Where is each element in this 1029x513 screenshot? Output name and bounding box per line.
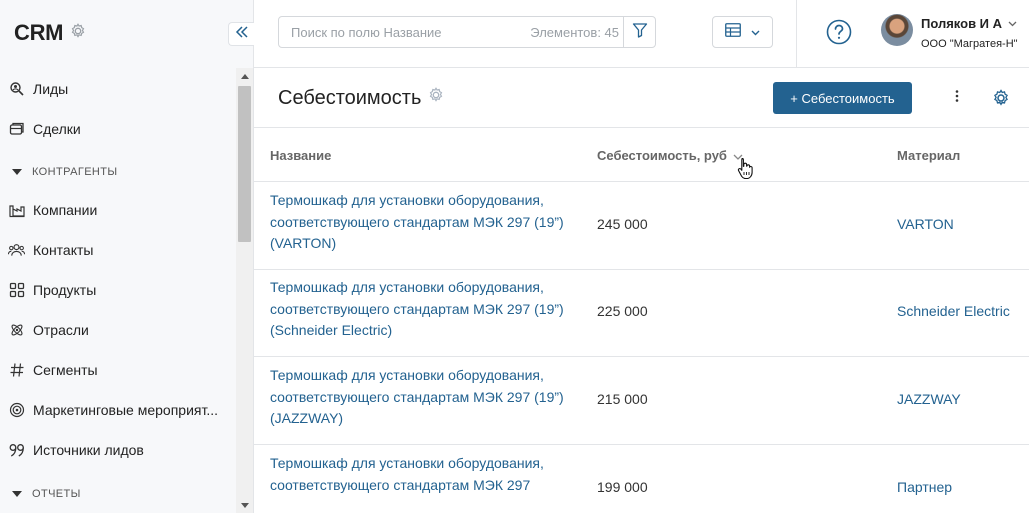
section-label: КОНТРАГЕНТЫ xyxy=(32,166,118,178)
sidebar-item-label: Компании xyxy=(33,202,98,218)
deals-icon xyxy=(8,121,25,138)
column-header-material[interactable]: Материал xyxy=(897,148,960,163)
row-name-link[interactable]: Термошкаф для установки оборудования, со… xyxy=(270,190,570,255)
sidebar: CRM Лиды Сделки КОНТРАГЕНТЫ Компании Кон… xyxy=(0,0,254,513)
sidebar-item-companies[interactable]: Компании xyxy=(8,198,97,222)
sidebar-item-segments[interactable]: Сегменты xyxy=(8,358,98,382)
search-box: Элементов: 45 xyxy=(278,16,656,48)
section-label: ОТЧЕТЫ xyxy=(32,488,81,500)
table-view-icon xyxy=(725,22,741,42)
column-header-label: Себестоимость, руб xyxy=(597,148,727,163)
contacts-icon xyxy=(8,242,25,259)
sidebar-item-label: Лиды xyxy=(33,81,69,97)
scroll-thumb[interactable] xyxy=(238,86,251,242)
view-mode-button[interactable] xyxy=(712,16,773,48)
grid-icon xyxy=(8,282,25,299)
row-material-link[interactable]: Schneider Electric xyxy=(897,303,1010,319)
table-header: Название Себестоимость, руб Материал xyxy=(254,129,1029,182)
more-options-button[interactable] xyxy=(948,85,966,111)
table-row[interactable]: Термошкаф для установки оборудования, со… xyxy=(254,357,1029,445)
add-cost-button[interactable]: + Себестоимость xyxy=(773,82,912,114)
brand: CRM xyxy=(14,20,87,46)
sidebar-item-label: Отрасли xyxy=(33,322,89,338)
row-cost: 225 000 xyxy=(597,303,648,319)
question-icon xyxy=(826,19,852,49)
table-row[interactable]: Термошкаф для установки оборудования, со… xyxy=(254,269,1029,357)
caret-down-icon xyxy=(12,166,22,178)
column-header-label: Материал xyxy=(897,148,961,163)
row-cost: 245 000 xyxy=(597,216,648,232)
row-name-link[interactable]: Термошкаф для установки оборудования, со… xyxy=(270,277,570,342)
hash-icon xyxy=(8,362,25,379)
hand-pointer-cursor xyxy=(737,157,753,184)
sidebar-item-deals[interactable]: Сделки xyxy=(8,117,81,141)
row-cost: 215 000 xyxy=(597,391,648,407)
main-content: Себестоимость + Себестоимость Название С… xyxy=(254,69,1029,513)
avatar xyxy=(881,14,913,46)
caret-down-icon xyxy=(12,488,22,500)
sidebar-item-contacts[interactable]: Контакты xyxy=(8,238,93,262)
row-name-link[interactable]: Термошкаф для установки оборудования, со… xyxy=(270,453,570,496)
help-button[interactable] xyxy=(826,19,852,45)
page-header: Себестоимость + Себестоимость xyxy=(254,69,1029,128)
collapse-sidebar-button[interactable] xyxy=(228,22,254,46)
row-material-link[interactable]: JAZZWAY xyxy=(897,391,961,407)
search-input[interactable] xyxy=(279,24,531,40)
sidebar-item-label: Маркетинговые мероприят... xyxy=(33,402,219,418)
scroll-up-arrow[interactable] xyxy=(236,70,253,82)
sidebar-scrollbar[interactable] xyxy=(236,68,253,513)
user-info: Поляков И А ООО "Магратея-Н" xyxy=(921,14,1018,51)
more-vertical-icon xyxy=(955,89,959,108)
sidebar-item-label: Источники лидов xyxy=(33,442,144,458)
section-counterparties[interactable]: КОНТРАГЕНТЫ xyxy=(12,166,118,178)
row-material-link[interactable]: VARTON xyxy=(897,216,954,232)
gear-icon[interactable] xyxy=(427,86,445,110)
settings-button[interactable] xyxy=(991,88,1011,108)
row-cost: 199 000 xyxy=(597,479,648,495)
chevron-down-icon xyxy=(1008,14,1017,32)
scroll-down-arrow[interactable] xyxy=(236,499,253,511)
page-title: Себестоимость xyxy=(278,86,445,110)
page-title-text: Себестоимость xyxy=(278,86,422,109)
sidebar-item-marketing-events[interactable]: Маркетинговые мероприят... xyxy=(8,398,218,422)
topbar: Элементов: 45 Поляков И А ООО "Магратея-… xyxy=(254,0,1029,68)
double-chevron-left-icon xyxy=(235,25,249,44)
sidebar-item-label: Контакты xyxy=(33,242,94,258)
filter-button[interactable] xyxy=(623,17,655,47)
user-name: Поляков И А xyxy=(921,15,1003,31)
sidebar-item-label: Сделки xyxy=(33,121,81,137)
search-person-icon xyxy=(8,81,25,98)
user-menu[interactable]: Поляков И А ООО "Магратея-Н" xyxy=(881,14,1018,50)
quote-icon xyxy=(8,442,25,459)
company-icon xyxy=(8,202,25,219)
column-header-label: Название xyxy=(270,148,332,163)
section-reports[interactable]: ОТЧЕТЫ xyxy=(12,488,81,500)
sidebar-item-leads[interactable]: Лиды xyxy=(8,77,68,101)
user-organization: ООО "Магратея-Н" xyxy=(921,38,1018,50)
table-row[interactable]: Термошкаф для установки оборудования, со… xyxy=(254,182,1029,270)
gear-icon xyxy=(991,89,1011,112)
elements-count: Элементов: 45 xyxy=(530,24,619,40)
sidebar-item-label: Сегменты xyxy=(33,362,98,378)
column-header-name[interactable]: Название xyxy=(270,148,331,163)
row-name-link[interactable]: Термошкаф для установки оборудования, со… xyxy=(270,365,570,430)
sidebar-item-lead-sources[interactable]: Источники лидов xyxy=(8,438,144,462)
sidebar-item-industries[interactable]: Отрасли xyxy=(8,318,89,342)
chevron-down-icon xyxy=(751,23,760,41)
app-title: CRM xyxy=(14,20,64,45)
column-header-cost[interactable]: Себестоимость, руб xyxy=(597,148,743,163)
table-row[interactable]: Термошкаф для установки оборудования, со… xyxy=(254,445,1029,513)
target-icon xyxy=(8,402,25,419)
filter-icon xyxy=(632,22,648,43)
gear-icon[interactable] xyxy=(69,22,87,45)
sidebar-item-label: Продукты xyxy=(33,282,97,298)
sidebar-item-products[interactable]: Продукты xyxy=(8,278,96,302)
topbar-divider xyxy=(796,0,797,68)
row-material-link[interactable]: Партнер xyxy=(897,479,952,495)
atom-icon xyxy=(8,322,25,339)
